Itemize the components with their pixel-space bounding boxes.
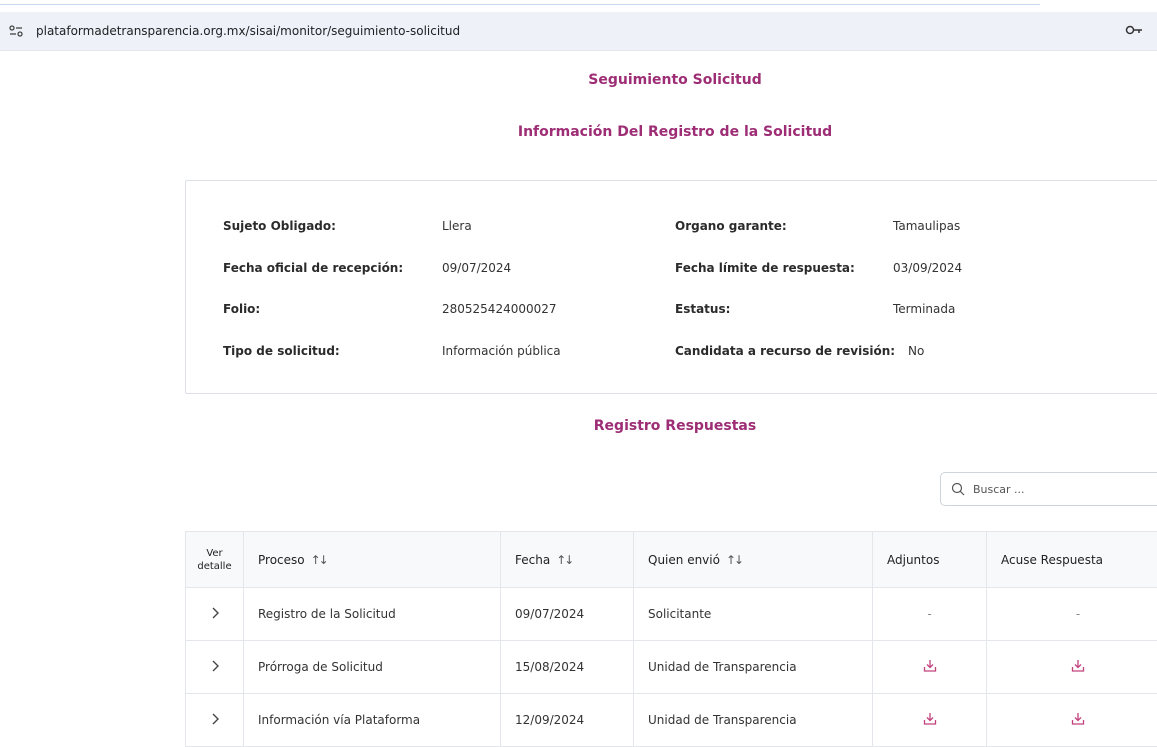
proceso-header-label: Proceso	[258, 553, 305, 567]
window-top-line	[0, 4, 1040, 5]
fecha-limite-value: 03/09/2024	[893, 261, 962, 275]
proceso-cell: Prórroga de Solicitud	[244, 641, 501, 694]
password-key-icon[interactable]	[1125, 23, 1143, 37]
detalle-label: detalle	[197, 561, 231, 572]
quien-cell: Unidad de Transparencia	[634, 641, 873, 694]
expand-row-button[interactable]	[186, 641, 244, 694]
expand-row-button[interactable]	[186, 588, 244, 641]
col-quien[interactable]: Quien envió ↑↓	[634, 532, 873, 588]
candidata-value: No	[908, 344, 924, 358]
fecha-cell: 15/08/2024	[501, 641, 634, 694]
fecha-cell: 09/07/2024	[501, 588, 634, 641]
table-row: Información vía Plataforma 12/09/2024 Un…	[186, 694, 1157, 747]
download-icon[interactable]	[1071, 712, 1085, 726]
request-info-card: Sujeto Obligado: Llera Fecha oficial de …	[185, 180, 1157, 394]
chevron-right-icon	[210, 659, 220, 673]
proceso-cell: Información vía Plataforma	[244, 694, 501, 747]
table-row: Registro de la Solicitud 09/07/2024 Soli…	[186, 588, 1157, 641]
estatus-label: Estatus:	[675, 302, 730, 316]
fecha-recepcion-label: Fecha oficial de recepción:	[223, 261, 403, 275]
col-proceso[interactable]: Proceso ↑↓	[244, 532, 501, 588]
adjuntos-cell	[873, 641, 987, 694]
organo-label: Organo garante:	[675, 219, 787, 233]
col-acuse: Acuse Respuesta	[987, 532, 1157, 588]
adjuntos-cell: -	[873, 588, 987, 641]
search-box[interactable]	[940, 472, 1157, 506]
acuse-cell	[987, 641, 1157, 694]
candidata-label: Candidata a recurso de revisión:	[675, 344, 895, 358]
address-bar[interactable]: plataformadetransparencia.org.mx/sisai/m…	[0, 12, 1157, 50]
quien-cell: Solicitante	[634, 588, 873, 641]
col-fecha[interactable]: Fecha ↑↓	[501, 532, 634, 588]
chevron-right-icon	[210, 606, 220, 620]
chevron-right-icon	[210, 712, 220, 726]
table-header-row: Ver detalle Proceso ↑↓ Fecha ↑↓ Quien envi…	[186, 532, 1157, 588]
section-title: Información Del Registro de la Solicitud	[0, 124, 1157, 140]
expand-row-button[interactable]	[186, 694, 244, 747]
acuse-cell	[987, 694, 1157, 747]
col-ver-detalle: Ver detalle	[186, 532, 244, 588]
sujeto-label: Sujeto Obligado:	[223, 219, 336, 233]
quien-cell: Unidad de Transparencia	[634, 694, 873, 747]
download-icon[interactable]	[923, 712, 937, 726]
proceso-cell: Registro de la Solicitud	[244, 588, 501, 641]
download-icon[interactable]	[1071, 659, 1085, 673]
estatus-value: Terminada	[893, 302, 955, 316]
page-title: Seguimiento Solicitud	[0, 72, 1157, 88]
responses-table: Ver detalle Proceso ↑↓ Fecha ↑↓ Quien envi…	[185, 531, 1157, 747]
col-adjuntos: Adjuntos	[873, 532, 987, 588]
sujeto-value: Llera	[442, 219, 472, 233]
sort-icon[interactable]: ↑↓	[311, 553, 327, 567]
url-text[interactable]: plataformadetransparencia.org.mx/sisai/m…	[36, 24, 460, 38]
respuestas-title: Registro Respuestas	[0, 418, 1157, 434]
sort-icon[interactable]: ↑↓	[726, 553, 742, 567]
folio-label: Folio:	[223, 302, 260, 316]
fecha-cell: 12/09/2024	[501, 694, 634, 747]
quien-header-label: Quien envió	[648, 553, 720, 567]
chrome-divider	[0, 50, 1157, 51]
ver-label: Ver	[206, 548, 222, 559]
adjuntos-cell	[873, 694, 987, 747]
sort-icon[interactable]: ↑↓	[556, 553, 572, 567]
folio-value: 280525424000027	[442, 302, 557, 316]
site-settings-icon[interactable]	[8, 23, 24, 39]
search-icon	[951, 482, 965, 496]
search-input[interactable]	[971, 482, 1155, 497]
tipo-value: Información pública	[442, 344, 561, 358]
table-row: Prórroga de Solicitud 15/08/2024 Unidad …	[186, 641, 1157, 694]
fecha-header-label: Fecha	[515, 553, 550, 567]
organo-value: Tamaulipas	[893, 219, 960, 233]
acuse-cell: -	[987, 588, 1157, 641]
fecha-recepcion-value: 09/07/2024	[442, 261, 511, 275]
fecha-limite-label: Fecha límite de respuesta:	[675, 261, 855, 275]
tipo-label: Tipo de solicitud:	[223, 344, 340, 358]
download-icon[interactable]	[923, 659, 937, 673]
